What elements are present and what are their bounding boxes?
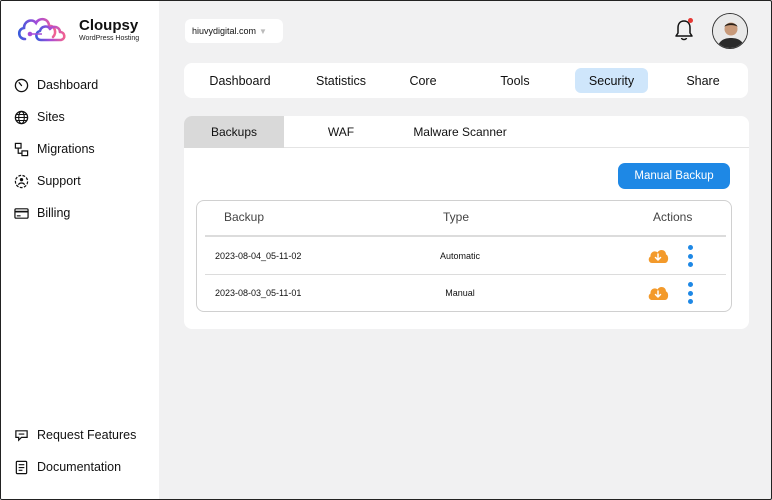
security-subtabs: Backups WAF Malware Scanner xyxy=(184,116,749,148)
globe-icon xyxy=(13,109,29,125)
backup-type: Automatic xyxy=(439,251,481,261)
sidebar-item-label: Sites xyxy=(37,110,65,124)
backup-type: Manual xyxy=(445,288,475,298)
support-icon xyxy=(13,173,29,189)
notification-button[interactable] xyxy=(673,18,695,42)
brand-tagline: WordPress Hosting xyxy=(79,34,140,42)
sidebar-item-label: Dashboard xyxy=(37,78,99,92)
domain-selector[interactable]: hiuvydigital.com ▼ xyxy=(185,19,283,43)
feature-request-icon xyxy=(13,427,29,443)
manual-backup-button[interactable]: Manual Backup xyxy=(618,163,730,189)
download-button[interactable] xyxy=(647,247,669,265)
tab-core[interactable]: Core xyxy=(381,68,465,93)
tab-security[interactable]: Security xyxy=(575,68,648,93)
sidebar-item-documentation[interactable]: Documentation xyxy=(13,451,136,483)
sidebar-item-label: Support xyxy=(37,174,81,188)
chevron-down-icon: ▼ xyxy=(259,26,267,36)
column-header-backup: Backup xyxy=(224,210,265,224)
tab-share[interactable]: Share xyxy=(661,68,745,93)
backup-name: 2023-08-03_05-11-01 xyxy=(215,288,302,298)
more-options-button[interactable] xyxy=(687,282,693,304)
column-header-actions: Actions xyxy=(653,210,693,224)
speedometer-icon xyxy=(13,77,29,93)
brand-logo[interactable]: Cloupsy WordPress Hosting xyxy=(15,13,139,47)
header-divider xyxy=(205,235,726,237)
subtab-malware-scanner[interactable]: Malware Scanner xyxy=(402,116,518,148)
kebab-dot-icon xyxy=(687,262,693,267)
sidebar-item-label: Migrations xyxy=(37,142,95,156)
sidebar-item-billing[interactable]: Billing xyxy=(13,197,98,229)
tab-dashboard[interactable]: Dashboard xyxy=(198,68,282,93)
cloud-download-icon xyxy=(648,250,669,263)
table-row: 2023-08-03_05-11-01 Manual xyxy=(205,275,726,312)
site-tabs: Dashboard Statistics Core Tools Security… xyxy=(184,63,748,98)
sidebar-item-support[interactable]: Support xyxy=(13,165,98,197)
sidebar-item-sites[interactable]: Sites xyxy=(13,101,98,133)
sidebar-item-request-features[interactable]: Request Features xyxy=(13,419,136,451)
sidebar-item-label: Billing xyxy=(37,206,71,220)
kebab-dot-icon xyxy=(687,290,693,296)
more-options-button[interactable] xyxy=(687,245,693,267)
sidebar-nav: Dashboard Sites Migrations Support Billi… xyxy=(13,69,98,229)
backup-name: 2023-08-04_05-11-02 xyxy=(215,251,302,261)
sidebar-item-label: Documentation xyxy=(37,460,122,474)
subtab-waf[interactable]: WAF xyxy=(292,116,390,148)
kebab-dot-icon xyxy=(687,253,693,259)
sidebar-item-label: Request Features xyxy=(37,428,137,442)
sidebar-item-migrations[interactable]: Migrations xyxy=(13,133,98,165)
table-row: 2023-08-04_05-11-02 Automatic xyxy=(205,238,726,275)
kebab-dot-icon xyxy=(687,282,693,287)
sidebar: Cloupsy WordPress Hosting Dashboard Site… xyxy=(1,1,159,499)
kebab-dot-icon xyxy=(687,245,693,250)
cloud-download-icon xyxy=(648,287,669,300)
cloud-logo-icon xyxy=(17,17,66,42)
tab-statistics[interactable]: Statistics xyxy=(299,68,383,93)
security-panel: Backups WAF Malware Scanner Manual Backu… xyxy=(184,116,749,329)
tab-tools[interactable]: Tools xyxy=(473,68,557,93)
user-photo-icon xyxy=(713,14,747,48)
kebab-dot-icon xyxy=(687,299,693,304)
backups-table: Backup Type Actions 2023-08-04_05-11-02 … xyxy=(196,200,732,312)
domain-label: hiuvydigital.com xyxy=(192,26,257,36)
user-avatar[interactable] xyxy=(712,13,748,49)
subtab-backups[interactable]: Backups xyxy=(184,116,284,148)
brand-name: Cloupsy xyxy=(79,16,139,34)
app-window: Cloupsy WordPress Hosting Dashboard Site… xyxy=(0,0,772,500)
notification-dot xyxy=(688,18,693,23)
credit-card-icon xyxy=(13,205,29,221)
sidebar-item-dashboard[interactable]: Dashboard xyxy=(13,69,98,101)
download-button[interactable] xyxy=(647,284,669,302)
column-header-type: Type xyxy=(443,210,470,224)
document-icon xyxy=(13,459,29,475)
migration-icon xyxy=(13,141,29,157)
sidebar-bottom-nav: Request Features Documentation xyxy=(13,419,136,483)
